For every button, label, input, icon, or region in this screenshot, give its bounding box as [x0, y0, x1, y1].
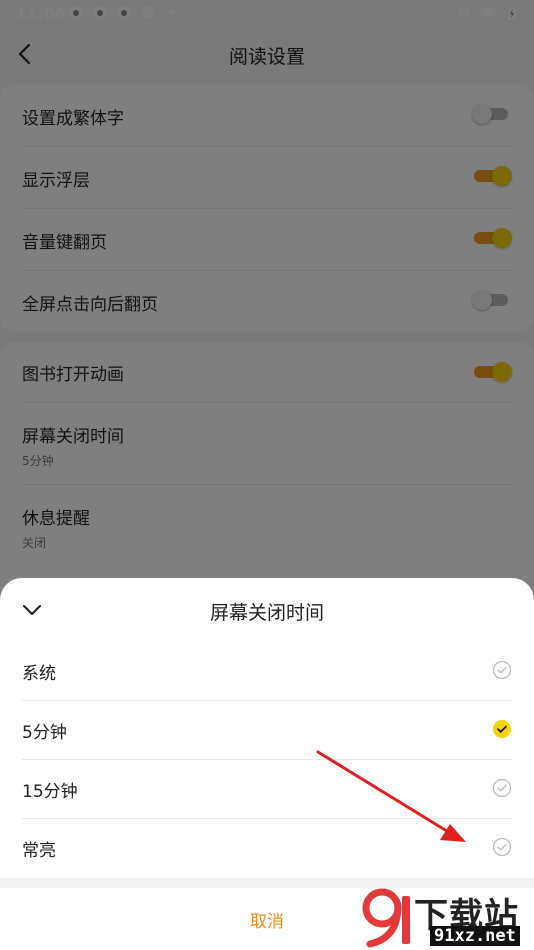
option-system[interactable]: 系统: [22, 641, 512, 701]
watermark-site: 91xz.net: [430, 926, 520, 946]
watermark-logo-icon: [362, 888, 410, 948]
sheet-title: 屏幕关闭时间: [209, 602, 324, 624]
sheet-header: 屏幕关闭时间: [0, 578, 534, 640]
unchecked-circle-icon[interactable]: [492, 660, 512, 680]
option-label: 系统: [22, 664, 56, 684]
unchecked-circle-icon[interactable]: [492, 837, 512, 857]
option-label: 常亮: [22, 841, 56, 861]
unchecked-circle-icon[interactable]: [492, 778, 512, 798]
option-label: 5分钟: [22, 723, 67, 743]
option-15-minutes[interactable]: 15分钟: [22, 759, 512, 819]
watermark: 下载站 91xz.net: [362, 884, 534, 950]
option-label: 15分钟: [22, 782, 78, 802]
option-always-on[interactable]: 常亮: [22, 818, 512, 877]
option-5-minutes[interactable]: 5分钟: [22, 700, 512, 760]
checked-circle-icon[interactable]: [492, 719, 512, 739]
